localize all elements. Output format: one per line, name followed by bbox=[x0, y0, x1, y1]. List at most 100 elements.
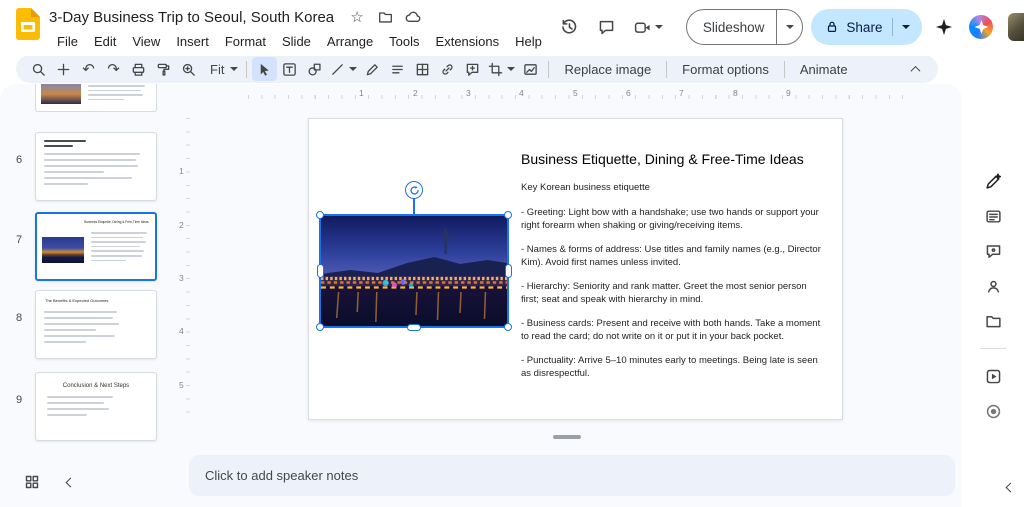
format-options-button[interactable]: Format options bbox=[672, 57, 779, 81]
slideshow-panel-button[interactable] bbox=[976, 363, 1010, 389]
star-icon[interactable]: ☆ bbox=[344, 6, 370, 28]
thumbnail-slide-8[interactable]: 8 The Benefits & Expected Outcomes bbox=[16, 290, 157, 359]
slide-number: 9 bbox=[15, 394, 23, 406]
folder-panel-button[interactable] bbox=[976, 308, 1010, 334]
new-slide-button[interactable] bbox=[51, 57, 76, 81]
menu-arrange[interactable]: Arrange bbox=[319, 32, 381, 51]
slideshow-button[interactable]: Slideshow bbox=[685, 9, 777, 45]
speaker-notes-input[interactable]: Click to add speaker notes bbox=[189, 455, 955, 496]
top-actions: Slideshow Share bbox=[550, 0, 1024, 45]
open-comments-button[interactable] bbox=[588, 9, 626, 45]
top-bar: 3-Day Business Trip to Seoul, South Kore… bbox=[0, 0, 1024, 56]
line-icon bbox=[332, 63, 344, 75]
crop-button[interactable] bbox=[485, 57, 518, 81]
line-tool-button[interactable] bbox=[327, 57, 360, 81]
align-lines-button[interactable] bbox=[385, 57, 410, 81]
menu-tools[interactable]: Tools bbox=[381, 32, 427, 51]
resize-handle-nw[interactable] bbox=[316, 211, 324, 219]
sparkle-icon bbox=[936, 18, 953, 36]
grid-view-button[interactable] bbox=[18, 468, 46, 496]
thumbnail-slide-6[interactable]: 6 bbox=[16, 132, 157, 201]
collapse-filmstrip-button[interactable] bbox=[58, 468, 82, 496]
notes-resize-handle[interactable] bbox=[553, 435, 581, 439]
thumbnail-slide-7-selected[interactable]: 7 Business Etiquette, Dining & Free-Time… bbox=[16, 212, 157, 281]
document-title[interactable]: 3-Day Business Trip to Seoul, South Kore… bbox=[49, 9, 334, 26]
resize-handle-south[interactable] bbox=[407, 323, 421, 331]
speaker-notes-placeholder: Click to add speaker notes bbox=[205, 468, 359, 483]
paint-format-button[interactable] bbox=[151, 57, 176, 81]
person-icon bbox=[987, 280, 999, 293]
thumbnail-slide-5-partial[interactable] bbox=[35, 84, 157, 112]
rotate-handle[interactable] bbox=[405, 181, 423, 199]
play-box-icon bbox=[986, 369, 1000, 383]
table-grid-icon bbox=[417, 63, 429, 75]
slide-editing-surface[interactable]: Business Etiquette, Dining & Free-Time I… bbox=[308, 118, 843, 420]
undo-icon: ↶ bbox=[82, 60, 95, 78]
image-button[interactable] bbox=[518, 57, 543, 81]
share-label: Share bbox=[846, 19, 883, 35]
account-avatar[interactable] bbox=[1008, 13, 1024, 41]
version-history-button[interactable] bbox=[550, 9, 588, 45]
text-box-button[interactable] bbox=[277, 57, 302, 81]
ai-edit-button[interactable] bbox=[976, 168, 1010, 194]
slides-home-button[interactable] bbox=[0, 0, 49, 40]
resize-handle-west[interactable] bbox=[316, 264, 324, 278]
thumbnail-slide-9[interactable]: 9 Conclusion & Next Steps bbox=[16, 372, 157, 441]
horizontal-ruler: 1 2 3 4 5 6 7 8 9 bbox=[185, 88, 950, 99]
selected-image-seoul-skyline[interactable] bbox=[316, 181, 512, 331]
menu-insert[interactable]: Insert bbox=[168, 32, 217, 51]
menu-help[interactable]: Help bbox=[507, 32, 550, 51]
bullet-paragraph: - Punctuality: Arrive 5–10 minutes early… bbox=[521, 355, 818, 379]
cloud-status-icon[interactable] bbox=[400, 6, 426, 28]
resize-handle-sw[interactable] bbox=[316, 323, 324, 331]
select-tool-button[interactable] bbox=[252, 57, 278, 81]
join-call-button[interactable] bbox=[626, 9, 672, 45]
share-button[interactable]: Share bbox=[811, 9, 923, 45]
search-icon bbox=[32, 63, 45, 76]
thumbnail-photo bbox=[41, 84, 81, 104]
add-comment-button[interactable] bbox=[460, 57, 485, 81]
link-icon bbox=[442, 63, 454, 75]
thumbnail-title: The Benefits & Expected Outcomes bbox=[45, 298, 109, 303]
animate-button[interactable]: Animate bbox=[790, 57, 858, 81]
resize-handle-se[interactable] bbox=[504, 323, 512, 331]
comments-panel-button[interactable] bbox=[976, 238, 1010, 264]
undo-button[interactable]: ↶ bbox=[76, 57, 101, 81]
gemini-sparkle-button[interactable] bbox=[928, 9, 960, 45]
slide-canvas-area: 1 2 3 4 5 6 7 8 9 1 2 3 4 5 Business Eti… bbox=[179, 84, 962, 455]
vertical-ruler: 1 2 3 4 5 bbox=[177, 84, 190, 455]
shapes-button[interactable] bbox=[302, 57, 327, 81]
search-menus-button[interactable] bbox=[26, 57, 51, 81]
table-button[interactable] bbox=[410, 57, 435, 81]
card-lines-icon bbox=[985, 209, 1001, 223]
menu-file[interactable]: File bbox=[49, 32, 86, 51]
summary-panel-button[interactable] bbox=[976, 203, 1010, 229]
redo-button[interactable]: ↷ bbox=[101, 57, 126, 81]
menu-slide[interactable]: Slide bbox=[274, 32, 319, 51]
print-button[interactable] bbox=[126, 57, 151, 81]
slideshow-options-button[interactable] bbox=[776, 9, 804, 45]
crop-icon bbox=[489, 62, 503, 76]
pen-tool-button[interactable] bbox=[360, 57, 385, 81]
menu-format[interactable]: Format bbox=[217, 32, 274, 51]
menu-edit[interactable]: Edit bbox=[86, 32, 124, 51]
menu-extensions[interactable]: Extensions bbox=[428, 32, 508, 51]
slide-body-textbox[interactable]: Key Korean business etiquette - Greeting… bbox=[521, 181, 823, 391]
slideshow-split-button: Slideshow bbox=[685, 9, 804, 45]
replace-image-button[interactable]: Replace image bbox=[554, 57, 661, 81]
menu-view[interactable]: View bbox=[124, 32, 168, 51]
zoom-fit-dropdown[interactable]: Fit bbox=[201, 57, 241, 81]
collapse-side-panel-button[interactable] bbox=[1000, 477, 1020, 497]
target-panel-button[interactable] bbox=[976, 398, 1010, 424]
plus-icon bbox=[57, 63, 70, 75]
gemini-logo-icon[interactable] bbox=[969, 15, 994, 39]
hide-menus-button[interactable] bbox=[903, 57, 928, 81]
resize-handle-ne[interactable] bbox=[504, 211, 512, 219]
zoom-button[interactable] bbox=[176, 57, 201, 81]
insert-link-button[interactable] bbox=[435, 57, 460, 81]
contacts-panel-button[interactable] bbox=[976, 273, 1010, 299]
print-icon bbox=[132, 63, 145, 76]
resize-handle-east[interactable] bbox=[504, 264, 512, 278]
slide-title-textbox[interactable]: Business Etiquette, Dining & Free-Time I… bbox=[521, 150, 839, 168]
move-folder-icon[interactable] bbox=[372, 6, 398, 28]
